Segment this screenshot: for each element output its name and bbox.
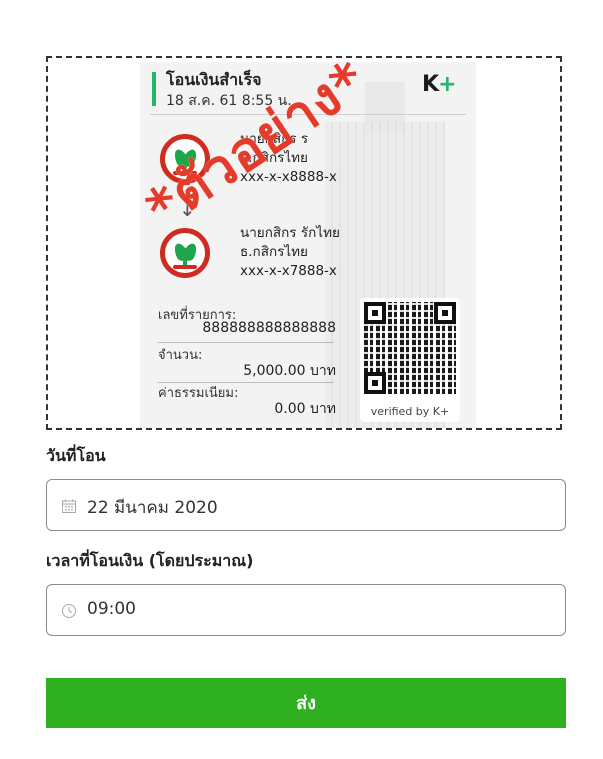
receiver-account-number: xxx-x-x7888-x	[240, 263, 337, 279]
amount-value: 5,000.00 บาท	[243, 363, 336, 379]
receiver-bank: ธ.กสิกรไทย	[240, 244, 308, 260]
transfer-date-value: 22 มีนาคม 2020	[87, 498, 218, 518]
transfer-date-field[interactable]: 22 มีนาคม 2020	[46, 479, 566, 531]
clock-icon	[62, 604, 76, 618]
receiver-name: นายกสิกร รักไทย	[240, 225, 340, 241]
calendar-icon	[62, 499, 76, 513]
ref-value: 888888888888888	[202, 320, 336, 336]
receiver-account: นายกสิกร รักไทย ธ.กสิกรไทย xxx-x-x7888-x	[240, 224, 340, 281]
amount-label: จำนวน:	[158, 348, 203, 363]
transfer-time-value: 09:00	[87, 599, 136, 619]
slip-upload-area[interactable]: โอนเงินสำเร็จ 18 ส.ค. 61 8:55 น. K+ นายก…	[46, 48, 562, 430]
kplus-logo: K+	[422, 72, 457, 97]
slip-divider	[158, 342, 334, 343]
submit-button[interactable]: ส่ง	[46, 678, 566, 728]
qr-code-card: verified by K+	[360, 298, 460, 422]
slip-accent-bar	[152, 72, 156, 106]
fee-label: ค่าธรรมเนียม:	[158, 386, 239, 401]
verified-label: verified by K+	[370, 405, 450, 418]
transfer-time-field[interactable]: 09:00	[46, 584, 566, 636]
fee-value: 0.00 บาท	[274, 401, 336, 417]
qr-code-icon	[364, 302, 456, 394]
transfer-time-label: เวลาที่โอนเงิน (โดยประมาณ)	[46, 551, 254, 570]
transfer-date-label: วันที่โอน	[46, 446, 106, 465]
